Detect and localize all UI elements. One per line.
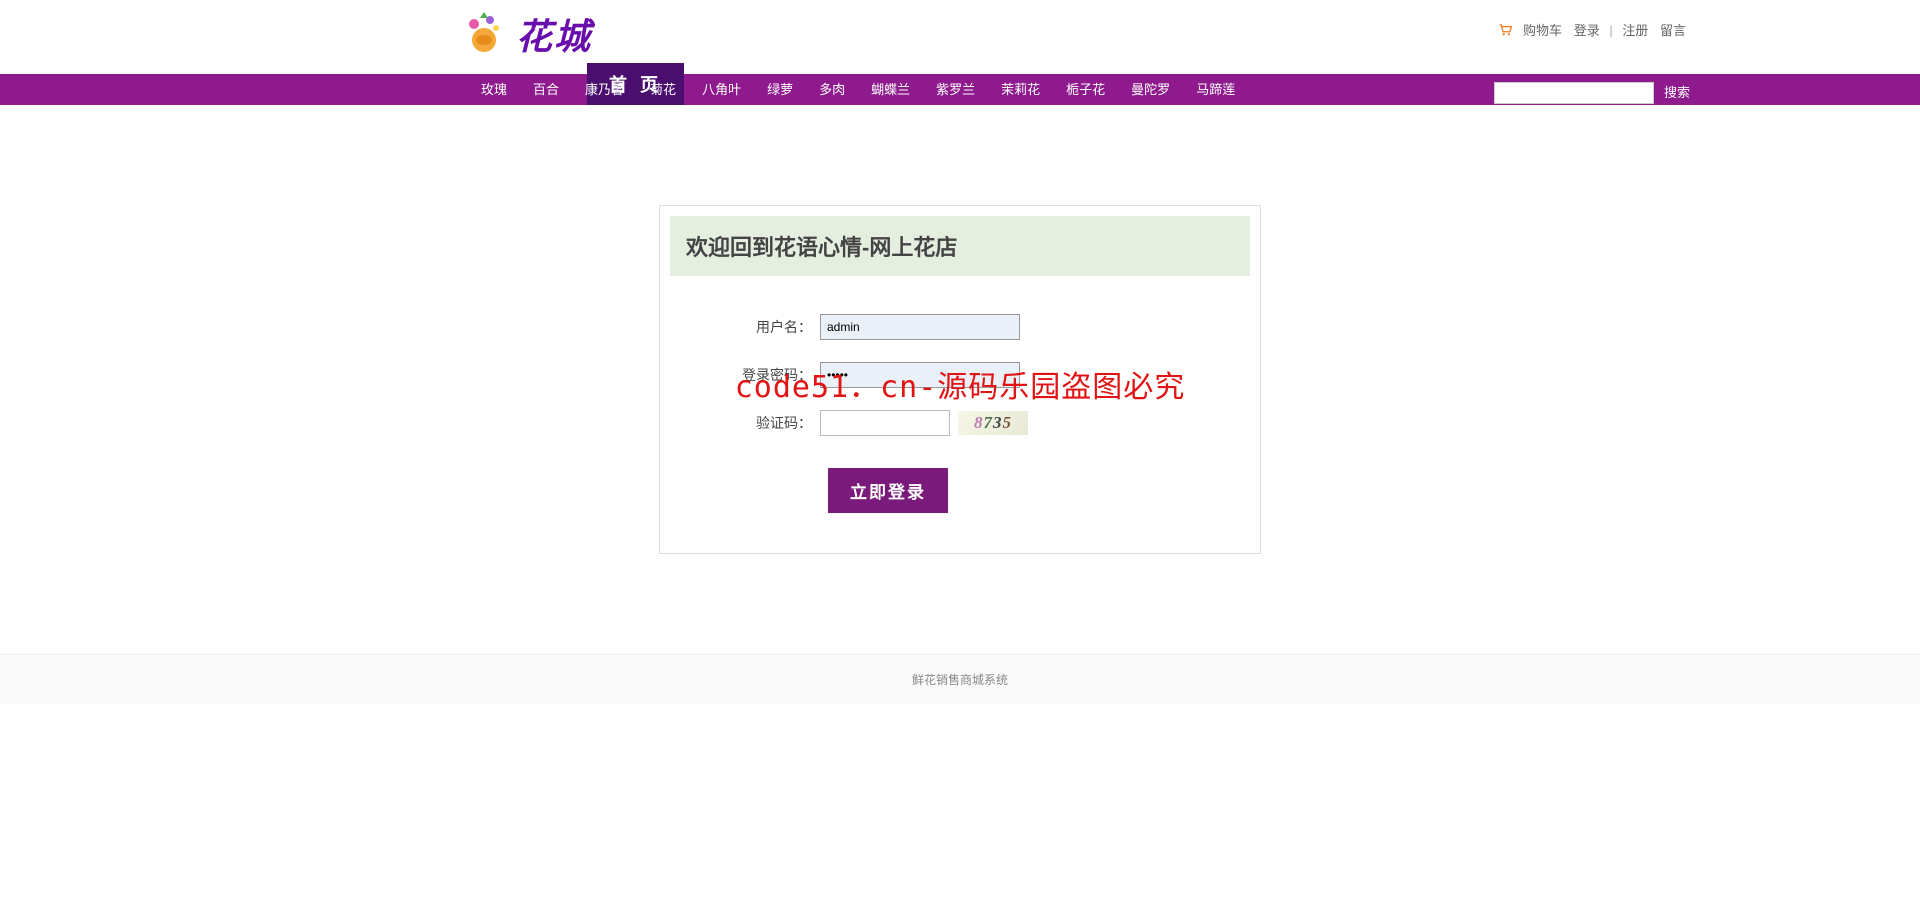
captcha-input[interactable] <box>820 410 950 436</box>
footer-text: 鲜花销售商城系统 <box>912 673 1008 687</box>
login-title: 欢迎回到花语心情-网上花店 <box>670 216 1250 276</box>
nav-item-butterfly-orchid[interactable]: 蝴蝶兰 <box>858 74 923 105</box>
logo-icon <box>460 10 508 58</box>
cart-link[interactable]: 购物车 <box>1523 23 1562 38</box>
password-label: 登录密码： <box>670 365 820 385</box>
footer: 鲜花销售商城系统 <box>0 654 1920 704</box>
password-input[interactable] <box>820 362 1020 388</box>
captcha-image[interactable]: 8735 <box>958 411 1028 435</box>
nav-item-gardenia[interactable]: 栀子花 <box>1053 74 1118 105</box>
login-form: 用户名： 登录密码： 验证码： 8735 立 <box>670 276 1250 543</box>
login-submit-button[interactable]: 立即登录 <box>828 468 948 513</box>
login-link[interactable]: 登录 <box>1574 23 1600 38</box>
nav-item-bajiaoye[interactable]: 八角叶 <box>689 74 754 105</box>
nav-item-rose[interactable]: 玫瑰 <box>468 74 520 105</box>
nav-item-lily[interactable]: 百合 <box>520 74 572 105</box>
header: 花城 购物车 登录 | 注册 留言 首 页 <box>0 0 1920 74</box>
nav-item-carnation[interactable]: 康乃馨 <box>572 74 637 105</box>
nav-item-succulent[interactable]: 多肉 <box>806 74 858 105</box>
site-logo[interactable]: 花城 <box>460 8 592 60</box>
username-label: 用户名： <box>670 317 820 337</box>
logo-text: 花城 <box>516 8 592 60</box>
top-links: 购物车 登录 | 注册 留言 <box>1498 20 1690 39</box>
message-link[interactable]: 留言 <box>1660 23 1686 38</box>
nav-bar: 玫瑰 百合 康乃馨 菊花 八角叶 绿萝 多肉 蝴蝶兰 紫罗兰 茉莉花 栀子花 曼… <box>0 74 1920 105</box>
username-input[interactable] <box>820 314 1020 340</box>
captcha-label: 验证码： <box>670 413 820 433</box>
separator: | <box>1609 23 1612 38</box>
nav-item-chrysanthemum[interactable]: 菊花 <box>637 74 689 105</box>
search-button[interactable]: 搜索 <box>1664 77 1690 108</box>
login-panel: 欢迎回到花语心情-网上花店 用户名： 登录密码： 验证码： 8735 <box>659 205 1261 554</box>
search-box: 搜索 <box>1494 77 1690 108</box>
nav-item-calla[interactable]: 马蹄莲 <box>1183 74 1248 105</box>
nav-item-violet[interactable]: 紫罗兰 <box>923 74 988 105</box>
search-input[interactable] <box>1494 82 1654 104</box>
nav-links: 玫瑰 百合 康乃馨 菊花 八角叶 绿萝 多肉 蝴蝶兰 紫罗兰 茉莉花 栀子花 曼… <box>460 74 1248 105</box>
cart-icon <box>1498 24 1513 36</box>
nav-item-jasmine[interactable]: 茉莉花 <box>988 74 1053 105</box>
main-content: 欢迎回到花语心情-网上花店 用户名： 登录密码： 验证码： 8735 <box>0 105 1920 654</box>
nav-item-pothos[interactable]: 绿萝 <box>754 74 806 105</box>
register-link[interactable]: 注册 <box>1622 23 1648 38</box>
nav-item-datura[interactable]: 曼陀罗 <box>1118 74 1183 105</box>
